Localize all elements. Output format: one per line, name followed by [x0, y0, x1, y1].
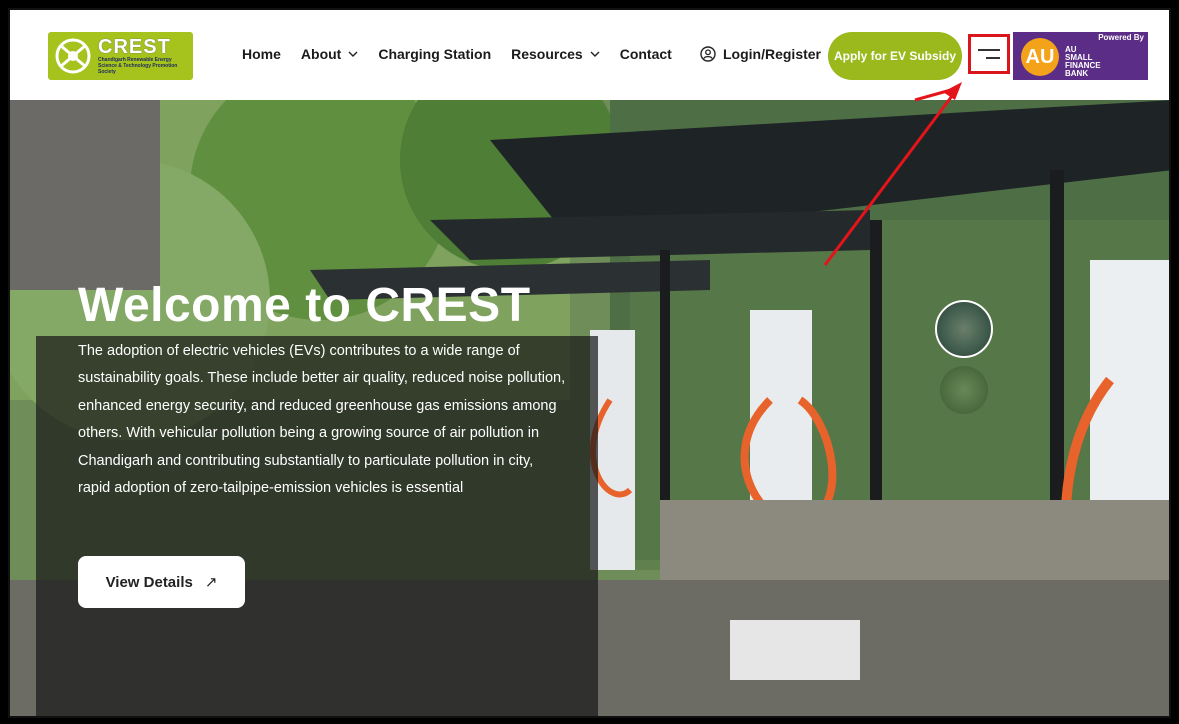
powered-by-label: Powered By — [1098, 33, 1144, 42]
au-bank-sponsor-banner[interactable]: Powered By AU AU SMALL FINANCE BANK — [1013, 32, 1148, 80]
view-details-button[interactable]: View Details ↗ — [78, 556, 245, 608]
view-details-label: View Details — [105, 573, 193, 591]
logo-text: CREST Chandigarh Renewable Energy Scienc… — [98, 37, 188, 75]
nav-contact-label: Contact — [619, 46, 672, 62]
slider-thumbnail[interactable] — [940, 366, 988, 414]
logo-title: CREST — [98, 36, 171, 58]
crest-leaf-icon — [55, 38, 91, 74]
hamburger-menu-button[interactable] — [968, 34, 1010, 74]
hero-title: Welcome to CREST — [78, 279, 531, 332]
nav-resources-label: Resources — [511, 46, 583, 62]
nav-about[interactable]: About — [301, 46, 358, 62]
menu-line-icon — [978, 49, 1000, 51]
user-icon — [700, 46, 716, 62]
slider-thumbnail-active[interactable] — [935, 300, 993, 358]
nav-home[interactable]: Home — [242, 46, 281, 62]
chevron-down-icon — [348, 51, 358, 57]
logo-subtitle: Chandigarh Renewable Energy Science & Te… — [98, 57, 178, 75]
nav-charging-station[interactable]: Charging Station — [378, 46, 491, 62]
login-register-link[interactable]: Login/Register — [700, 46, 821, 62]
nav-resources[interactable]: Resources — [511, 46, 600, 62]
nav-about-label: About — [300, 46, 342, 62]
apply-ev-subsidy-button[interactable]: Apply for EV Subsidy — [828, 32, 962, 80]
nav-home-label: Home — [242, 46, 281, 62]
hero-description: The adoption of electric vehicles (EVs) … — [78, 343, 566, 497]
main-menu: Home About Charging Station Resources Co… — [242, 46, 692, 62]
chevron-down-icon — [590, 51, 600, 57]
site-header: CREST Chandigarh Renewable Energy Scienc… — [10, 10, 1169, 100]
nav-charging-station-label: Charging Station — [378, 46, 492, 62]
au-logo-icon: AU — [1021, 38, 1059, 76]
au-name-line: BANK — [1065, 69, 1089, 78]
arrow-up-right-icon: ↗ — [204, 574, 218, 591]
crest-logo[interactable]: CREST Chandigarh Renewable Energy Scienc… — [48, 32, 193, 80]
nav-contact[interactable]: Contact — [620, 46, 672, 62]
au-bank-name: AU SMALL FINANCE BANK — [1065, 46, 1101, 78]
menu-line-icon — [986, 57, 1000, 59]
login-label: Login/Register — [723, 46, 822, 62]
browser-viewport: CREST Chandigarh Renewable Energy Scienc… — [8, 8, 1171, 718]
